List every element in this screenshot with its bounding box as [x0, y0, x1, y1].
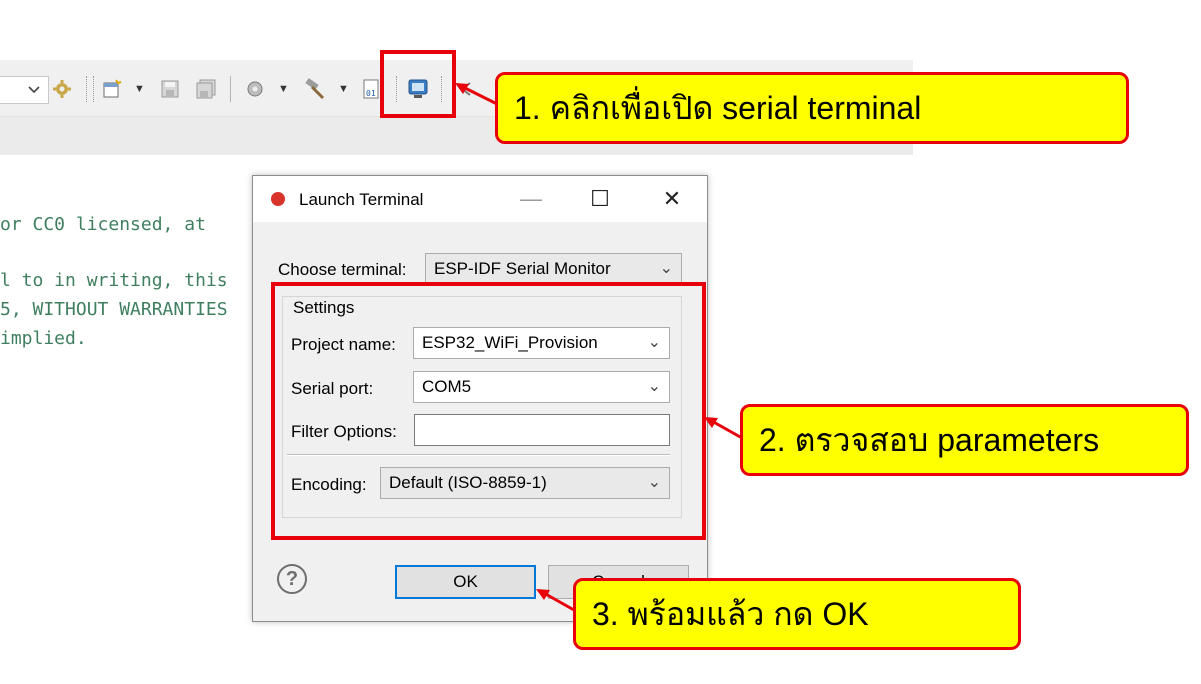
app-logo-icon: [271, 192, 285, 206]
caret-down-icon[interactable]: ▼: [338, 78, 349, 100]
callout-step1: 1. คลิกเพื่อเปิด serial terminal: [495, 72, 1129, 144]
minimize-button[interactable]: —: [511, 184, 551, 214]
callout-step2-pointer: [704, 417, 743, 440]
editor-line: or CC0 licensed, at: [0, 214, 206, 235]
caret-down-icon[interactable]: ▼: [278, 78, 289, 100]
build-settings-icon[interactable]: [245, 78, 267, 100]
ok-button[interactable]: OK: [395, 565, 536, 599]
callout-step3: 3. พร้อมแล้ว กด OK: [573, 578, 1021, 650]
gear-icon[interactable]: [52, 78, 72, 100]
help-icon[interactable]: ?: [277, 564, 307, 594]
new-file-icon[interactable]: [102, 78, 124, 100]
caret-down-icon[interactable]: ▼: [134, 78, 145, 100]
chevron-down-icon[interactable]: [26, 78, 42, 100]
binary-icon[interactable]: 01: [362, 78, 382, 100]
dialog-title: Launch Terminal: [299, 190, 424, 209]
hammer-icon[interactable]: [303, 78, 327, 100]
choose-terminal-select[interactable]: ESP-IDF Serial Monitor ⌄: [425, 253, 682, 285]
editor-line: implied.: [0, 328, 87, 349]
save-icon[interactable]: [160, 78, 180, 100]
svg-text:01: 01: [366, 89, 376, 98]
save-all-icon[interactable]: [195, 78, 217, 100]
toolbar-separator: [86, 76, 88, 102]
toolbar-separator: [93, 76, 95, 102]
choose-terminal-label: Choose terminal:: [278, 260, 407, 279]
maximize-button[interactable]: ☐: [580, 184, 620, 214]
parameters-highlight: [271, 282, 706, 540]
toolbar-separator: [230, 76, 232, 102]
dialog-title-bar: Launch Terminal — ☐ ✕: [253, 176, 707, 222]
callout-step2: 2. ตรวจสอบ parameters: [740, 404, 1189, 476]
choose-terminal-value: ESP-IDF Serial Monitor: [434, 259, 611, 278]
chevron-down-icon: ⌄: [659, 260, 673, 277]
callout-step3-pointer: [536, 589, 575, 612]
callout-step1-pointer: [455, 83, 498, 106]
close-button[interactable]: ✕: [652, 184, 692, 214]
editor-line: l to in writing, this: [0, 270, 228, 291]
terminal-button-highlight: [380, 50, 456, 118]
editor-line: 5, WITHOUT WARRANTIES: [0, 299, 228, 320]
